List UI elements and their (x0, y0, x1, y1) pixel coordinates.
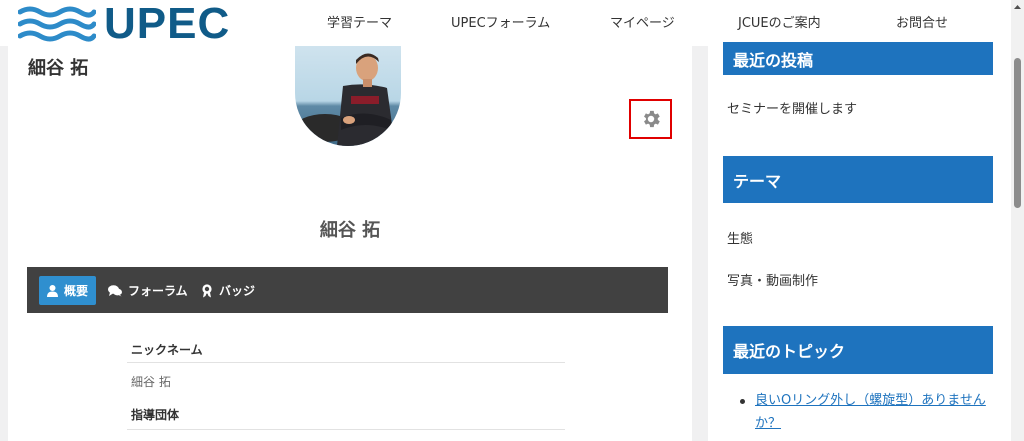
tab-overview[interactable]: 概要 (39, 276, 97, 305)
widget-title-text: テーマ (733, 171, 782, 191)
main-nav: 学習テーマ UPECフォーラム マイページ JCUEのご案内 お問合せ (0, 0, 1011, 46)
theme-link-photo-video[interactable]: 写真・動画制作 (727, 270, 818, 289)
tab-forum[interactable]: フォーラム (108, 276, 188, 305)
field-label-organization: 指導団体 (131, 408, 180, 422)
nav-item-themes[interactable]: 学習テーマ (327, 12, 392, 31)
scrollbar-thumb[interactable] (1014, 58, 1021, 208)
profile-panel: 細谷 拓 細谷 拓 概要 フォーラム バッジ ニックネーム 細谷 拓 指導団体 (8, 46, 692, 441)
field-label-nickname: ニックネーム (131, 343, 203, 357)
widget-title-text: 最近の投稿 (733, 50, 814, 70)
divider (127, 429, 565, 430)
profile-display-name: 細谷 拓 (319, 220, 381, 241)
gear-icon (643, 110, 660, 128)
widget-title-recent-posts: 最近の投稿 (723, 42, 993, 75)
theme-link-ecology[interactable]: 生態 (727, 228, 753, 247)
sidebar: 最近の投稿 セミナーを開催します テーマ 生態 写真・動画制作 最近のトピック … (708, 42, 1011, 441)
divider (127, 362, 565, 363)
widget-title-text: 最近のトピック (733, 342, 846, 361)
site-header: UPEC 学習テーマ UPECフォーラム マイページ JCUEのご案内 お問合せ (0, 0, 1011, 46)
field-value-nickname: 細谷 拓 (131, 375, 171, 389)
list-bullet (740, 399, 745, 404)
nav-item-forum[interactable]: UPECフォーラム (451, 12, 550, 31)
avatar-photo (295, 46, 401, 146)
user-icon (47, 284, 58, 297)
recent-topic-link[interactable]: 良いOリング外し（螺旋型）ありませんか？ (755, 389, 991, 435)
widget-title-recent-topics: 最近のトピック (723, 326, 993, 374)
recent-post-link[interactable]: セミナーを開催します (727, 98, 857, 117)
comments-icon (108, 284, 122, 296)
nav-item-contact[interactable]: お問合せ (896, 12, 948, 31)
avatar (295, 46, 401, 146)
tab-badges[interactable]: バッジ (201, 276, 255, 305)
scroll-up-arrow-icon[interactable] (1011, 0, 1024, 14)
tab-label: 概要 (64, 284, 89, 298)
award-badge-icon (202, 283, 212, 297)
tab-label: フォーラム (128, 284, 188, 298)
page-title: 細谷 拓 (28, 58, 89, 79)
page-scrollbar[interactable] (1011, 0, 1024, 441)
widget-title-themes: テーマ (723, 156, 993, 203)
nav-item-jcue-info[interactable]: JCUEのご案内 (738, 12, 821, 31)
tab-label: バッジ (219, 284, 256, 298)
profile-tabs: 概要 フォーラム バッジ (27, 267, 668, 313)
nav-item-mypage[interactable]: マイページ (610, 12, 675, 31)
profile-settings-button[interactable] (629, 99, 672, 139)
